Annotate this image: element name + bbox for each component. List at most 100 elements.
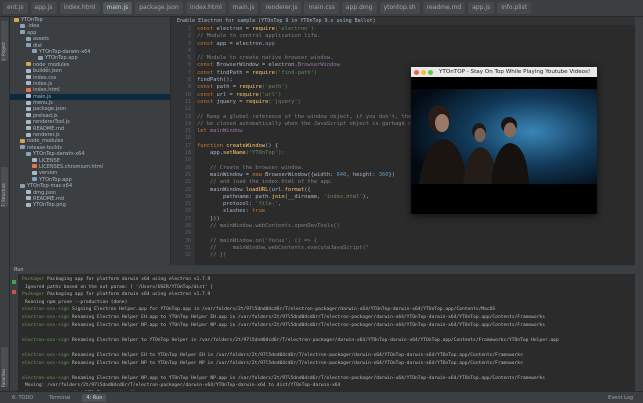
line-number: 29 [184,230,191,237]
tree-item-label: main.js [33,93,52,100]
tree-item-label: node_modules [27,138,64,145]
left-tool-strip: 1: Project 7: Structure Favorites [0,17,10,402]
editor-tab[interactable]: index.html [185,2,226,14]
line-number: 12 [184,106,191,113]
log-tag: electron-osx-sign [22,307,70,313]
code-token: slashes: [197,208,253,215]
log-text: Packaging app for platform darwin x64 us… [47,277,211,282]
file-icon [26,151,31,156]
code-token: app. [197,150,223,157]
tree-item-label: YTOnTop-darwin-x64 [33,151,85,158]
log-tag: Packager [22,277,45,282]
editor-tab[interactable]: app.js [468,2,495,14]
project-tool-button[interactable]: 1: Project [1,21,8,61]
log-line: Ignored paths based on the out param: [ … [22,284,634,292]
tool-window-label: Favorites [1,368,6,387]
editor-tab[interactable]: readme.md [422,2,466,14]
code-line: // Module to control application life. [197,33,635,40]
line-number: 24 [184,193,191,200]
bottom-tool-tab[interactable]: Terminal [45,394,74,402]
editor-tab[interactable]: renderer.js [261,2,302,14]
code-token: const [197,91,217,98]
line-number: 31 [184,244,191,251]
editor-tab[interactable]: ent.js [3,2,28,14]
stop-icon[interactable] [12,290,16,294]
code-line: })) [197,216,635,223]
file-icon [38,55,43,60]
code-token: jquery = [216,98,246,105]
code-token: format [284,186,305,193]
editor-tab[interactable]: Info.plist [497,2,532,14]
close-window-button[interactable] [414,69,419,75]
editor-tab[interactable]: app.dmg [341,2,377,14]
code-token: // be closed automatically when the Java… [197,120,441,127]
run-panel-toolbar [10,274,18,392]
maximize-window-button[interactable] [428,69,433,75]
line-number: 5 [187,55,191,62]
code-token: // Module to control application life. [197,33,321,40]
structure-tool-button[interactable]: 7: Structure [1,167,8,207]
line-number: 27 [184,215,191,222]
file-icon [32,170,37,175]
tree-item[interactable]: YTOnTop.png [10,202,170,208]
editor-tab[interactable]: ytontop.sh [379,2,420,14]
code-line: // }) [197,252,635,259]
line-number: 3 [187,40,191,47]
editor-tab[interactable]: main.css [304,2,339,14]
run-panel: Run Packager Packaging app for platform d… [10,265,635,392]
log-line: electron-osx-sign Renaming Electron Helpe… [22,337,634,345]
log-line: Moving: /var/folders/2t/97l5dnd04cd6r/T/… [22,382,634,390]
log-tag: electron-osx-sign [22,314,70,320]
log-line: Packager Packaging app for platform darwi… [22,276,634,284]
log-line: Packager Packaging app for platform darwi… [22,291,634,299]
code-token: const [197,40,217,47]
log-text: Running npm prune --production (done) [25,299,128,305]
line-number: 17 [184,142,191,149]
log-text: Renaming Electron Helper NP.app to YTOnT… [72,322,545,328]
code-line: // Module to create native browser windo… [197,55,635,62]
file-icon [26,190,31,195]
video-player[interactable] [411,89,597,184]
editor-tab[interactable]: index.html [59,2,100,14]
video-window-titlebar[interactable]: YTOnTOP - Stay On Top While Playing Yout… [411,67,597,77]
file-icon [26,202,31,207]
code-token: 360 [378,171,389,178]
line-number: 2 [187,33,191,40]
line-number: 26 [184,208,191,215]
tree-item-label: YTOnTop-darwin-x64 [39,48,91,55]
log-text: Renaming Electron Helper EH to YTOnTop H… [72,352,523,358]
file-icon [26,81,31,86]
bottom-tool-tab[interactable]: 6: TODO [8,394,37,402]
code-token: ), [362,193,370,200]
favorites-tool-button[interactable]: Favorites [1,347,8,387]
event-log-button[interactable]: Event Log [608,395,633,401]
code-token: const [197,84,217,91]
bottom-tool-tab[interactable]: 4: Run [82,393,107,402]
minimize-window-button[interactable] [421,69,426,75]
line-number: 19 [184,157,191,164]
log-text: Renaming Electron Helper NP.app to YTOnT… [72,375,545,381]
tree-item-label: YTOnTop.png [33,202,66,209]
tree-item-label: YTOnTop [21,17,43,23]
file-icon [32,177,37,182]
run-panel-header: Run [10,266,635,274]
code-token: let [197,128,210,135]
editor-tab[interactable]: main.js [102,2,133,14]
log-line: electron-osx-sign Renaming Electron Helpe… [22,360,634,368]
editor-tab[interactable]: package.json [135,2,183,14]
log-line: electron-osx-sign Renaming Electron Helpe… [22,375,634,383]
line-number: 9 [187,84,191,91]
file-icon [26,126,31,131]
log-tag: electron-osx-sign [22,360,70,366]
line-number: 16 [184,135,191,142]
editor-tab[interactable]: main.js [228,2,259,14]
file-icon [26,113,31,118]
editor-tab[interactable]: app.js [30,2,57,14]
tree-item-label: version [39,170,58,177]
video-window[interactable]: YTOnTOP - Stay On Top While Playing Yout… [411,67,597,214]
rerun-icon[interactable] [12,280,16,284]
code-token: createWindow [226,142,266,149]
tree-item-label: menu.js [33,100,53,107]
code-token: ('url') [258,91,282,98]
